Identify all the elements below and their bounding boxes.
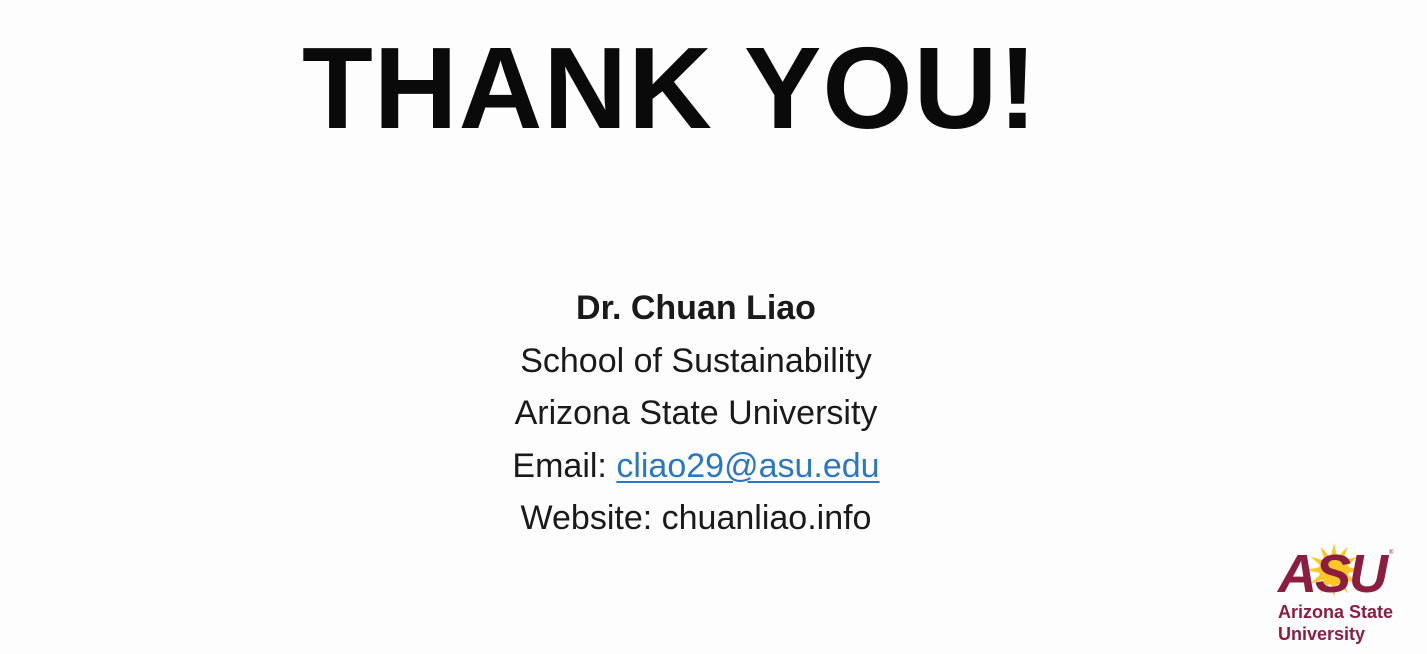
svg-text:A: A bbox=[1276, 544, 1314, 598]
slide: THANK YOU! Dr. Chuan Liao School of Sust… bbox=[0, 0, 1427, 654]
contact-website-line: Website: chuanliao.info bbox=[396, 492, 996, 545]
contact-name: Dr. Chuan Liao bbox=[576, 289, 816, 327]
email-label: Email: bbox=[512, 446, 607, 485]
contact-university: Arizona State University bbox=[514, 394, 878, 432]
asu-logo: A S U ® Arizona State University bbox=[1276, 542, 1416, 646]
contact-block: Dr. Chuan Liao School of Sustainability … bbox=[396, 282, 996, 545]
contact-email-line: Email: cliao29@asu.edu bbox=[396, 440, 996, 493]
logo-line-1: Arizona State bbox=[1278, 602, 1394, 622]
svg-text:®: ® bbox=[1389, 549, 1394, 556]
website-value: chuanliao.info bbox=[661, 499, 872, 537]
svg-text:S: S bbox=[1315, 544, 1351, 598]
asu-wordmark-icon: A S U ® bbox=[1276, 543, 1394, 598]
logo-line-2: University bbox=[1278, 624, 1366, 644]
contact-school: School of Sustainability bbox=[520, 341, 872, 380]
slide-title: THANK YOU! bbox=[301, 23, 1039, 153]
svg-text:U: U bbox=[1349, 544, 1390, 598]
email-link[interactable]: cliao29@asu.edu bbox=[616, 447, 879, 485]
website-label: Website: bbox=[520, 499, 653, 537]
